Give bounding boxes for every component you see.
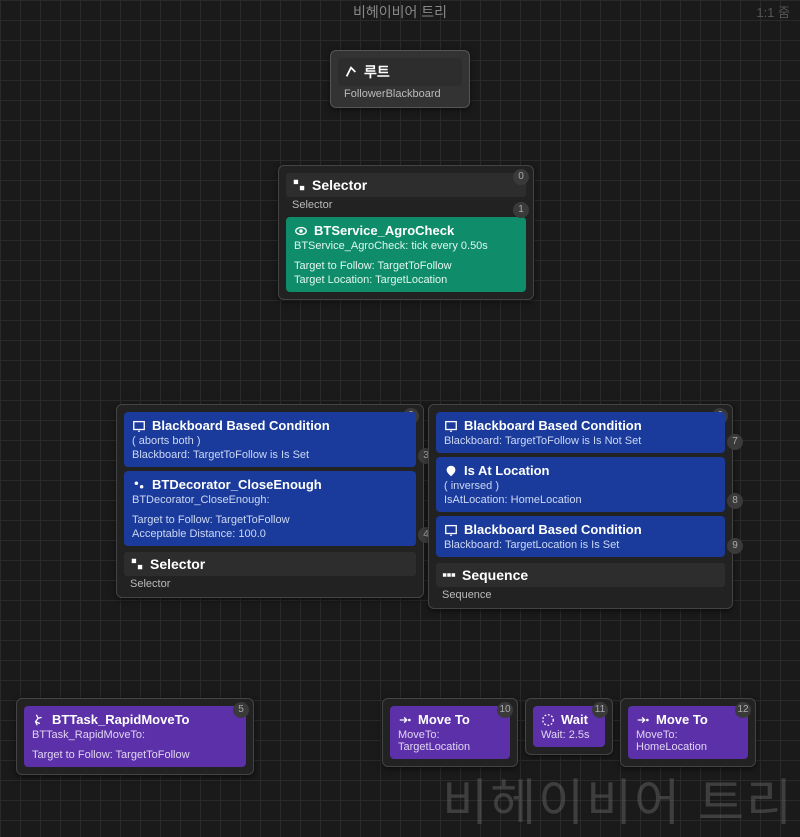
task-title: Wait — [561, 712, 588, 727]
decorator-title: Blackboard Based Condition — [152, 418, 330, 433]
service-agrocheck[interactable]: BTService_AgroCheck BTService_AgroCheck:… — [286, 217, 526, 292]
selector-subtext: Selector — [124, 576, 416, 590]
node-root[interactable]: 루트 FollowerBlackboard — [330, 50, 470, 108]
node-task-moveto-2[interactable]: 12 Move To MoveTo: HomeLocation — [620, 698, 756, 767]
decorator-line: ( aborts both ) — [132, 435, 408, 447]
decorator-title: Blackboard Based Condition — [464, 522, 642, 537]
wait-icon — [541, 713, 555, 727]
decorator-line: BTDecorator_CloseEnough: — [132, 494, 408, 506]
decorator-line: IsAtLocation: HomeLocation — [444, 494, 717, 506]
task-title: BTTask_RapidMoveTo — [52, 712, 189, 727]
selector-icon — [292, 178, 306, 192]
node-index: 1 — [513, 202, 529, 218]
moveto-icon — [636, 713, 650, 727]
selector-subtext: Selector — [286, 197, 526, 211]
sequence-icon — [442, 568, 456, 582]
blackboard-icon — [132, 419, 146, 433]
decorator-bb-cond-3[interactable]: Blackboard Based Condition Blackboard: T… — [436, 516, 725, 557]
decorator-line: Target to Follow: TargetToFollow — [132, 514, 408, 526]
blackboard-icon — [444, 419, 458, 433]
root-subtext: FollowerBlackboard — [338, 86, 462, 100]
node-index: 10 — [497, 702, 513, 718]
decorator-line: Acceptable Distance: 100.0 — [132, 528, 408, 540]
node-task-wait[interactable]: 11 Wait Wait: 2.5s — [525, 698, 613, 755]
service-line: Target Location: TargetLocation — [294, 274, 518, 286]
decorator-bb-cond-2[interactable]: Blackboard Based Condition Blackboard: T… — [436, 412, 725, 453]
node-index: 12 — [735, 702, 751, 718]
decorator-line: Blackboard: TargetToFollow is Is Set — [132, 449, 408, 461]
graph-canvas[interactable]: 루트 FollowerBlackboard 0 Selector Selecto… — [0, 0, 800, 837]
task-line: MoveTo: HomeLocation — [636, 729, 740, 753]
service-line: Target to Follow: TargetToFollow — [294, 260, 518, 272]
decorator-title: Blackboard Based Condition — [464, 418, 642, 433]
root-icon — [344, 65, 358, 79]
sequence-subtext: Sequence — [436, 587, 725, 601]
selector-title: Selector — [150, 556, 205, 572]
task-line: MoveTo: TargetLocation — [398, 729, 502, 753]
node-selector-follow[interactable]: 2 Blackboard Based Condition ( aborts bo… — [116, 404, 424, 598]
node-task-moveto-1[interactable]: 10 Move To MoveTo: TargetLocation — [382, 698, 518, 767]
blackboard-icon — [444, 523, 458, 537]
decorator-line: Blackboard: TargetToFollow is Is Not Set — [444, 435, 717, 447]
decorator-close-enough[interactable]: BTDecorator_CloseEnough BTDecorator_Clos… — [124, 471, 416, 546]
service-line: BTService_AgroCheck: tick every 0.50s — [294, 240, 518, 252]
decorator-line: Blackboard: TargetLocation is Is Set — [444, 539, 717, 551]
root-title: 루트 — [364, 62, 390, 82]
decorator-title: BTDecorator_CloseEnough — [152, 477, 322, 492]
location-icon — [444, 464, 458, 478]
moveto-icon — [398, 713, 412, 727]
node-index: 8 — [727, 493, 743, 509]
task-line: BTTask_RapidMoveTo: — [32, 729, 238, 741]
node-selector-main[interactable]: 0 Selector Selector 1 BTService_AgroChec… — [278, 165, 534, 300]
task-title: Move To — [418, 712, 470, 727]
decorator-title: Is At Location — [464, 463, 549, 478]
dots-icon — [132, 478, 146, 492]
node-index: 0 — [513, 169, 529, 185]
selector-icon — [130, 557, 144, 571]
node-sequence[interactable]: 6 Blackboard Based Condition Blackboard:… — [428, 404, 733, 609]
sequence-title: Sequence — [462, 567, 528, 583]
node-index: 9 — [727, 538, 743, 554]
task-title: Move To — [656, 712, 708, 727]
node-task-rapidmove[interactable]: 5 BTTask_RapidMoveTo BTTask_RapidMoveTo:… — [16, 698, 254, 775]
node-index: 7 — [727, 434, 743, 450]
task-line: Target to Follow: TargetToFollow — [32, 749, 238, 761]
decorator-bb-cond-1[interactable]: Blackboard Based Condition ( aborts both… — [124, 412, 416, 467]
run-icon — [32, 713, 46, 727]
selector-title: Selector — [312, 177, 367, 193]
service-title: BTService_AgroCheck — [314, 223, 454, 238]
decorator-is-at-location[interactable]: Is At Location ( inversed ) IsAtLocation… — [436, 457, 725, 512]
node-index: 11 — [592, 702, 608, 718]
decorator-line: ( inversed ) — [444, 480, 717, 492]
node-index: 5 — [233, 702, 249, 718]
eye-icon — [294, 224, 308, 238]
task-line: Wait: 2.5s — [541, 729, 597, 741]
